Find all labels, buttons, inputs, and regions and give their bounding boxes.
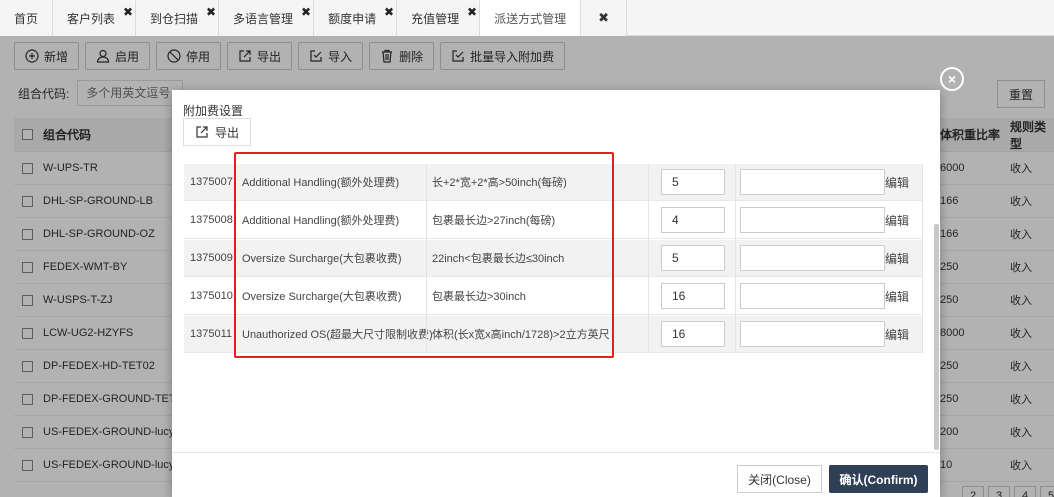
note-input[interactable]: [740, 207, 885, 233]
surcharge-value-input[interactable]: 16: [661, 283, 725, 309]
tab-arrival-scan[interactable]: 到仓扫描 ✖: [136, 0, 220, 36]
dialog-footer: 关闭(Close) 确认(Confirm): [172, 452, 940, 497]
surcharge-value-input[interactable]: 5: [661, 245, 725, 271]
surcharge-value-input[interactable]: 4: [661, 207, 725, 233]
column-divider: [922, 164, 923, 352]
edit-link[interactable]: 编辑: [885, 250, 909, 267]
tab-customer-list[interactable]: 客户列表 ✖: [53, 0, 137, 36]
surcharge-settings-dialog: 附加费设置 导出 1375007 Additional Handling(额外处…: [172, 90, 940, 497]
tab-label: 到仓扫描: [150, 11, 199, 26]
edit-link[interactable]: 编辑: [885, 326, 909, 343]
confirm-button[interactable]: 确认(Confirm): [829, 465, 928, 493]
row-id: 1375007: [190, 176, 233, 188]
row-id: 1375009: [190, 252, 233, 264]
surcharge-value-input[interactable]: 16: [661, 321, 725, 347]
close-all-tabs-button[interactable]: ✖: [581, 0, 628, 36]
close-icon[interactable]: ✖: [467, 6, 477, 18]
close-icon[interactable]: ✖: [123, 6, 133, 18]
tab-label: 额度申请: [328, 11, 377, 26]
note-input[interactable]: [740, 283, 885, 309]
export-icon: [196, 126, 208, 138]
row-id: 1375010: [190, 290, 233, 302]
tab-credit-request[interactable]: 额度申请 ✖: [314, 0, 398, 36]
note-input[interactable]: [740, 169, 885, 195]
tab-bar: 首页 客户列表 ✖ 到仓扫描 ✖ 多语言管理 ✖ 额度申请 ✖ 充值管理 ✖ 派送方式管理…: [0, 0, 1054, 36]
tab-label: 多语言管理: [233, 11, 294, 26]
tab-multilanguage[interactable]: 多语言管理 ✖: [219, 0, 315, 36]
edit-link[interactable]: 编辑: [885, 288, 909, 305]
export-label: 导出: [215, 125, 240, 140]
close-icon[interactable]: ✖: [206, 6, 216, 18]
note-input[interactable]: [740, 245, 885, 271]
tab-label: 客户列表: [67, 11, 116, 26]
tab-home[interactable]: 首页: [0, 0, 54, 36]
row-id: 1375008: [190, 214, 233, 226]
tab-label: 首页: [14, 11, 39, 26]
highlight-box: [234, 152, 614, 358]
modal-close-icon[interactable]: ×: [940, 67, 964, 91]
column-divider: [648, 164, 649, 352]
close-icon[interactable]: ✖: [301, 6, 311, 18]
note-input[interactable]: [740, 321, 885, 347]
dialog-title: 附加费设置: [183, 104, 244, 118]
edit-link[interactable]: 编辑: [885, 212, 909, 229]
close-icon: ✖: [598, 10, 610, 25]
column-divider: [735, 164, 736, 352]
scrollbar[interactable]: [934, 224, 939, 450]
close-icon[interactable]: ✖: [384, 6, 394, 18]
tab-delivery-method[interactable]: 派送方式管理: [480, 0, 582, 36]
surcharge-value-input[interactable]: 5: [661, 169, 725, 195]
row-id: 1375011: [190, 328, 233, 340]
tab-recharge[interactable]: 充值管理 ✖: [397, 0, 481, 36]
tab-label: 充值管理: [411, 11, 460, 26]
edit-link[interactable]: 编辑: [885, 174, 909, 191]
close-button[interactable]: 关闭(Close): [737, 465, 822, 493]
dialog-export-button[interactable]: 导出: [183, 118, 252, 146]
tab-label: 派送方式管理: [494, 11, 567, 26]
